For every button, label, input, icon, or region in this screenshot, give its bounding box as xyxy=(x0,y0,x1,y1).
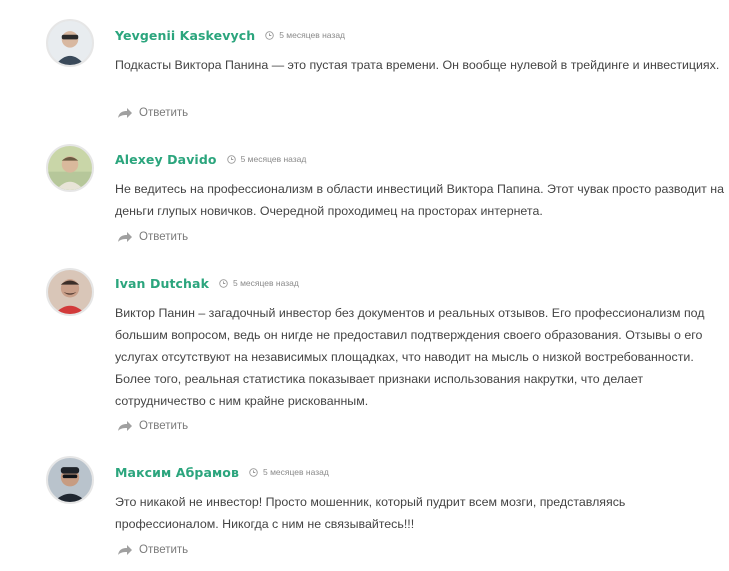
reply-label: Ответить xyxy=(139,231,189,243)
reply-arrow-icon xyxy=(117,231,133,243)
reply-arrow-icon xyxy=(117,420,133,432)
reply-button[interactable]: Ответить xyxy=(117,542,188,558)
comment-author[interactable]: Максим Абрамов xyxy=(115,465,239,480)
reply-arrow-icon xyxy=(117,107,133,119)
comment-author[interactable]: Alexey Davido xyxy=(115,152,217,167)
clock-icon xyxy=(226,154,236,164)
reply-label: Ответить xyxy=(139,420,189,432)
comment-time[interactable]: 5 месяцев назад xyxy=(263,467,329,477)
comment-text: Это никакой не инвестор! Просто мошенник… xyxy=(115,495,626,531)
avatar[interactable] xyxy=(46,268,94,316)
comment-time[interactable]: 5 месяцев назад xyxy=(279,30,345,40)
avatar[interactable] xyxy=(46,144,94,192)
comment-author[interactable]: Ivan Dutchak xyxy=(115,276,209,291)
avatar[interactable] xyxy=(46,19,94,67)
comment-text: Не ведитесь на профессионализм в области… xyxy=(115,182,724,218)
reply-label: Ответить xyxy=(139,107,189,119)
clock-icon xyxy=(249,467,258,477)
reply-button[interactable]: Ответить xyxy=(117,229,188,245)
clock-icon xyxy=(265,30,274,40)
comment-time[interactable]: 5 месяцев назад xyxy=(241,154,307,164)
reply-button[interactable]: Ответить xyxy=(117,105,188,121)
reply-label: Ответить xyxy=(139,544,189,556)
clock-icon xyxy=(219,278,228,288)
comment-text: Подкасты Виктора Панина — это пустая тра… xyxy=(115,58,720,72)
comment-time[interactable]: 5 месяцев назад xyxy=(233,278,299,288)
comment-text: Виктор Панин – загадочный инвестор без д… xyxy=(115,306,705,408)
reply-arrow-icon xyxy=(117,544,133,556)
comment-author[interactable]: Yevgenii Kaskevych xyxy=(115,28,255,43)
avatar[interactable] xyxy=(46,456,94,504)
reply-button[interactable]: Ответить xyxy=(117,418,188,434)
